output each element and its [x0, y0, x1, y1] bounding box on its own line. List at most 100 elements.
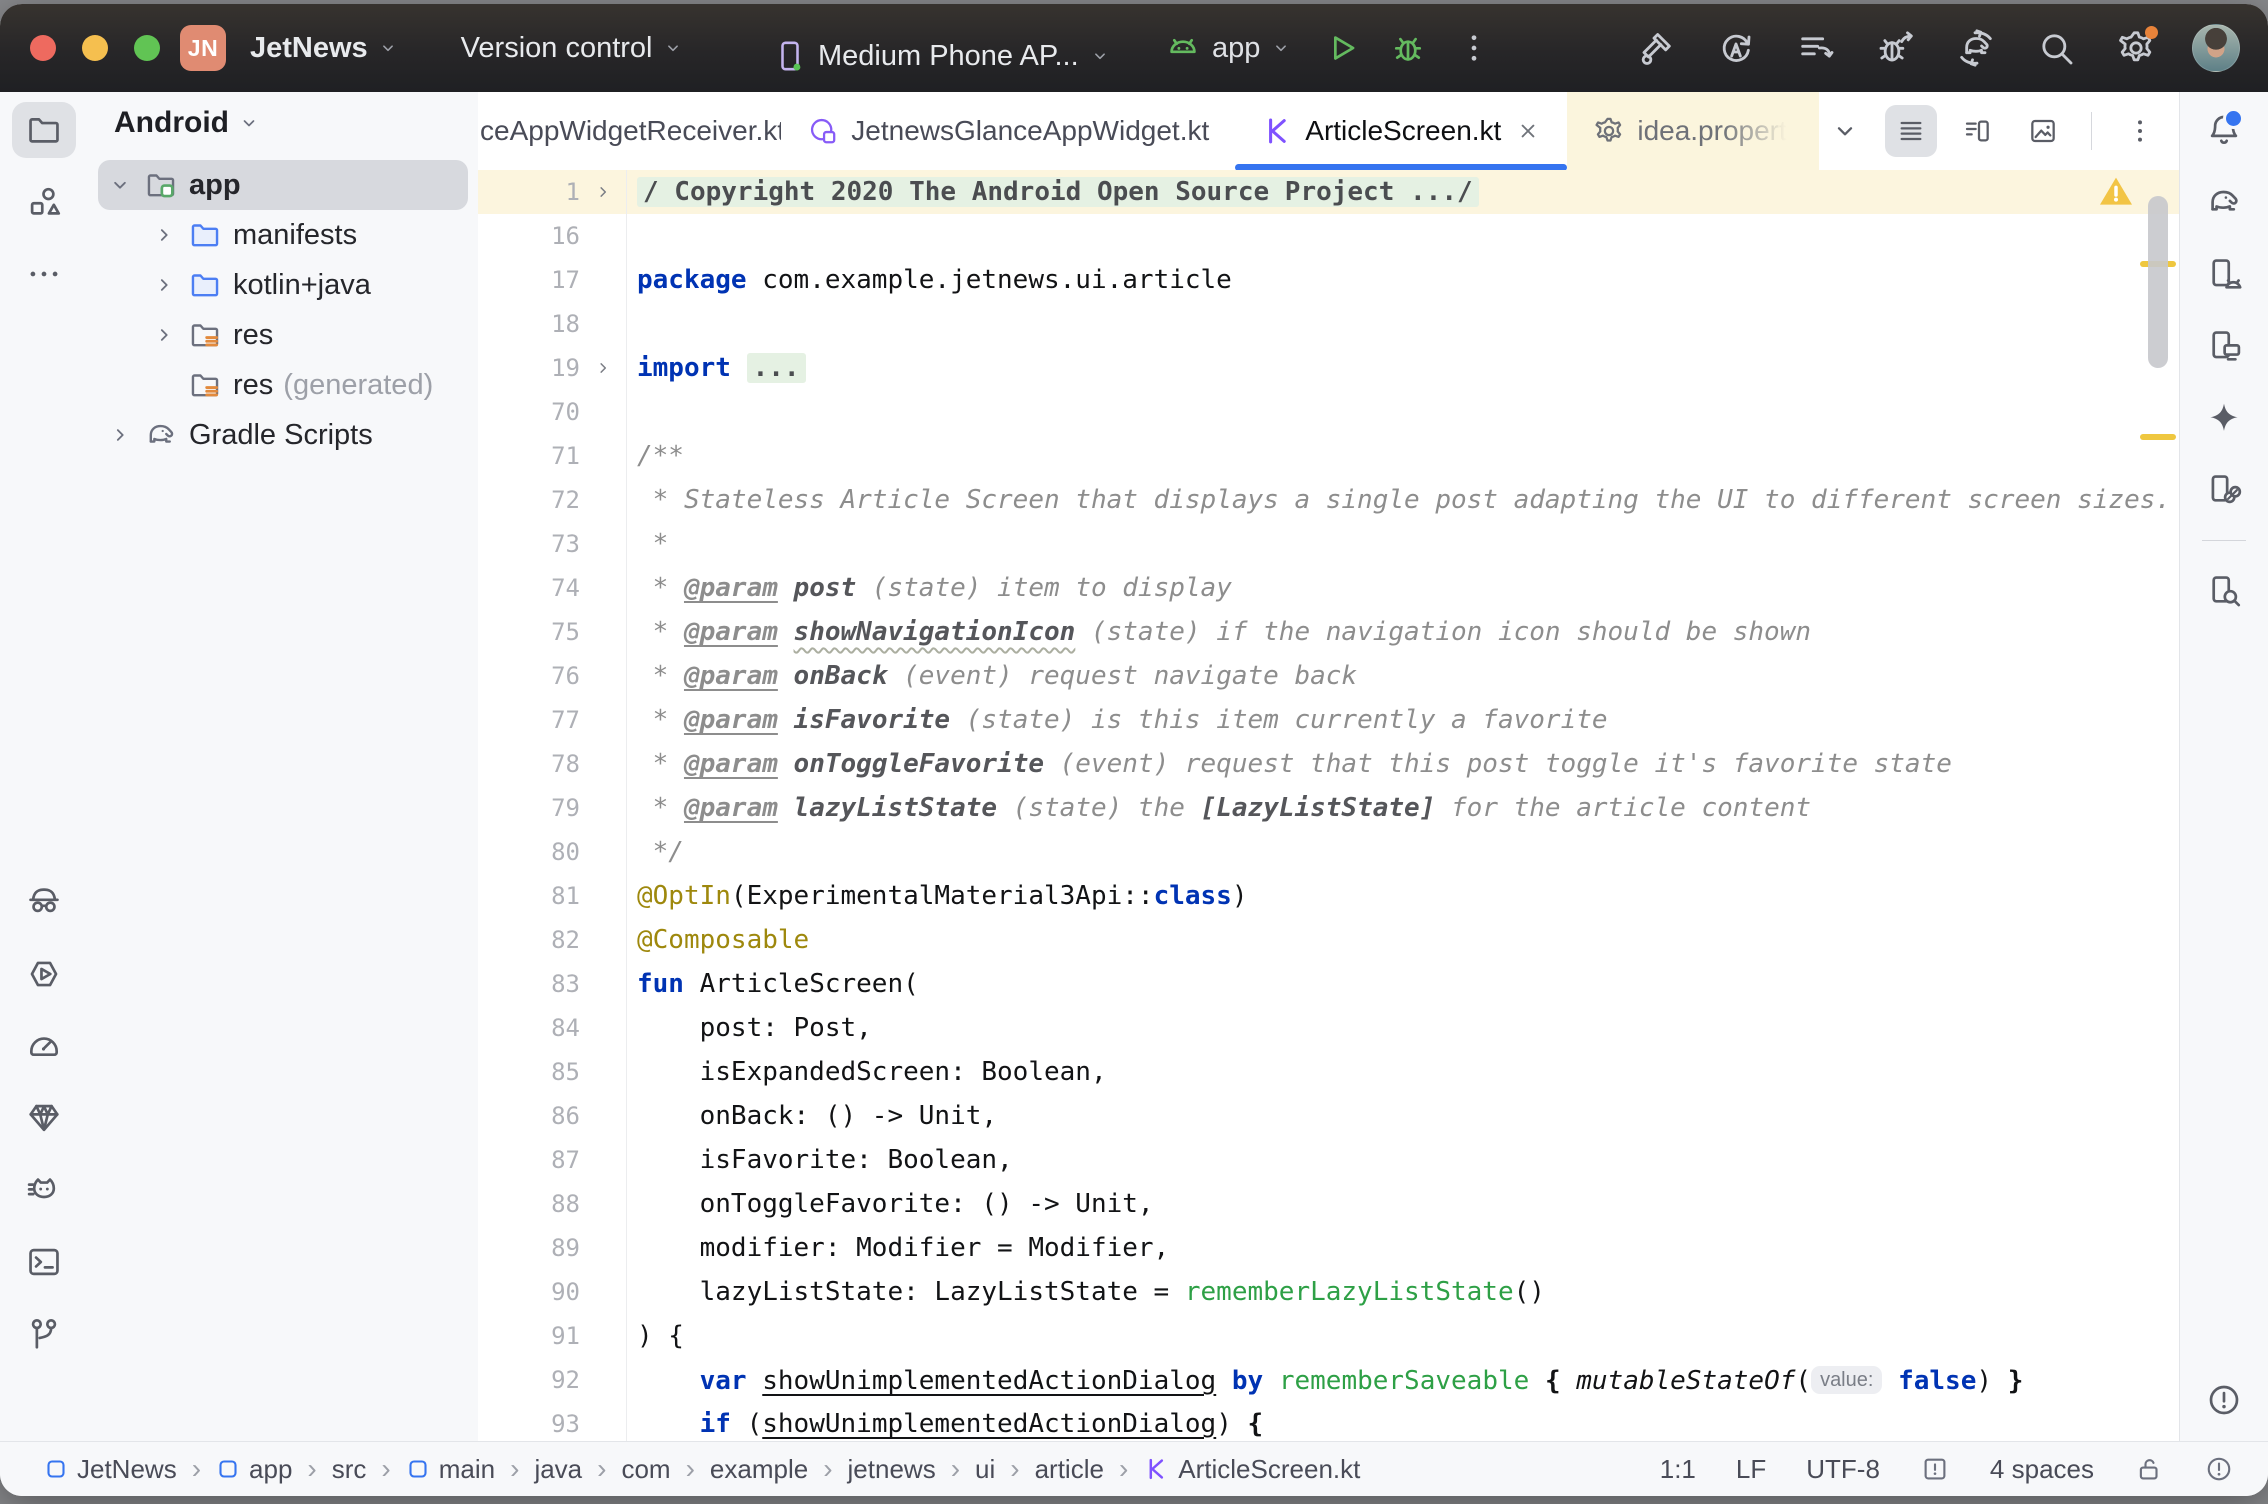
code-line-87[interactable]: 87 isFavorite: Boolean,: [478, 1138, 2180, 1182]
tool-device-mirroring[interactable]: [2192, 462, 2256, 518]
code-line-77[interactable]: 77 * @param isFavorite (state) is this i…: [478, 698, 2180, 742]
problems-status[interactable]: [2204, 1454, 2234, 1484]
close-button[interactable]: [30, 35, 56, 61]
fold-marker-icon[interactable]: [580, 346, 626, 390]
tool-services[interactable]: [12, 946, 76, 1002]
user-avatar[interactable]: [2192, 24, 2240, 72]
breadcrumb-articlescreen-kt[interactable]: ArticleScreen.kt: [1143, 1454, 1360, 1485]
code-line-1[interactable]: 1/ Copyright 2020 The Android Open Sourc…: [478, 170, 2180, 214]
breadcrumb-example[interactable]: example: [710, 1454, 808, 1485]
run-configuration[interactable]: app: [1210, 24, 1262, 73]
apply-changes-restart[interactable]: [1712, 24, 1760, 72]
code-line-74[interactable]: 74 * @param post (state) item to display: [478, 566, 2180, 610]
code-line-75[interactable]: 75 * @param showNavigationIcon (state) i…: [478, 610, 2180, 654]
code-line-85[interactable]: 85 isExpandedScreen: Boolean,: [478, 1050, 2180, 1094]
tab-list-dropdown[interactable]: [1819, 105, 1871, 157]
editor-scrollbar[interactable]: [2148, 196, 2168, 368]
code-line-78[interactable]: 78 * @param onToggleFavorite (event) req…: [478, 742, 2180, 786]
chevron-right-icon[interactable]: [98, 422, 142, 448]
indent-style[interactable]: 4 spaces: [1990, 1454, 2094, 1485]
inspections-status[interactable]: [1920, 1454, 1950, 1484]
run-button[interactable]: [1322, 24, 1362, 72]
chevron-right-icon[interactable]: [142, 322, 186, 348]
code-line-84[interactable]: 84 post: Post,: [478, 1006, 2180, 1050]
line-separator[interactable]: LF: [1736, 1454, 1766, 1485]
code-area[interactable]: 1/ Copyright 2020 The Android Open Sourc…: [478, 170, 2180, 1442]
tab-articlescreen[interactable]: ArticleScreen.kt: [1235, 92, 1567, 170]
project-menu[interactable]: JetNews: [240, 24, 409, 73]
preview-toggle[interactable]: [2017, 105, 2069, 157]
code-line-81[interactable]: 81@OptIn(ExperimentalMaterial3Api::class…: [478, 874, 2180, 918]
code-line-73[interactable]: 73 *: [478, 522, 2180, 566]
tool-logcat[interactable]: [12, 1162, 76, 1218]
inspection-warning-icon[interactable]: [2096, 172, 2136, 212]
tab-idea-properties[interactable]: idea.properti: [1567, 92, 1819, 170]
write-access[interactable]: [2134, 1454, 2164, 1484]
apply-code-changes[interactable]: [1792, 24, 1840, 72]
tool-device-explorer[interactable]: [2192, 563, 2256, 619]
chevron-right-icon[interactable]: [142, 272, 186, 298]
build-project[interactable]: [1632, 24, 1680, 72]
zoom-button[interactable]: [134, 35, 160, 61]
tool-project-tool-window[interactable]: [12, 102, 76, 158]
tool-more-tool-windows[interactable]: [12, 246, 76, 302]
breadcrumb-article[interactable]: article: [1035, 1454, 1104, 1485]
code-line-90[interactable]: 90 lazyListState: LazyListState = rememb…: [478, 1270, 2180, 1314]
editor-options[interactable]: [2114, 105, 2166, 157]
breadcrumb-jetnews[interactable]: jetnews: [848, 1454, 936, 1485]
tool-version-control[interactable]: [12, 1306, 76, 1362]
search-everywhere[interactable]: [2032, 24, 2080, 72]
code-line-83[interactable]: 83fun ArticleScreen(: [478, 962, 2180, 1006]
code-line-16[interactable]: 16: [478, 214, 2180, 258]
tool-running-devices[interactable]: [2192, 318, 2256, 374]
code-line-92[interactable]: 92 var showUnimplementedActionDialog by …: [478, 1358, 2180, 1402]
close-tab-icon[interactable]: [1515, 118, 1541, 144]
code-line-19[interactable]: 19import ...: [478, 346, 2180, 390]
tool-gemini-assistant[interactable]: [2192, 390, 2256, 446]
tool-app-quality-insights[interactable]: [12, 874, 76, 930]
tree-item-app[interactable]: app: [98, 160, 468, 210]
code-line-79[interactable]: 79 * @param lazyListState (state) the [L…: [478, 786, 2180, 830]
code-line-80[interactable]: 80 */: [478, 830, 2180, 874]
split-editor[interactable]: [1951, 105, 2003, 157]
breadcrumb-ui[interactable]: ui: [975, 1454, 995, 1485]
tab-jetnewsglanceappwidget[interactable]: JetnewsGlanceAppWidget.kt: [781, 92, 1235, 170]
attach-debugger[interactable]: [1872, 24, 1920, 72]
breadcrumb-main[interactable]: main: [406, 1454, 495, 1485]
warning-stripe-mark[interactable]: [2140, 434, 2176, 440]
tool-notifications[interactable]: [2192, 102, 2256, 158]
code-line-86[interactable]: 86 onBack: () -> Unit,: [478, 1094, 2180, 1138]
tree-item-manifests[interactable]: manifests: [98, 210, 468, 260]
fold-marker-icon[interactable]: [580, 170, 626, 214]
code-line-76[interactable]: 76 * @param onBack (event) request navig…: [478, 654, 2180, 698]
breadcrumb-jetnews[interactable]: JetNews: [44, 1454, 177, 1485]
code-line-71[interactable]: 71/**: [478, 434, 2180, 478]
cursor-position[interactable]: 1:1: [1660, 1454, 1696, 1485]
code-line-82[interactable]: 82@Composable: [478, 918, 2180, 962]
tool-device-manager[interactable]: [2192, 246, 2256, 302]
tool-terminal[interactable]: [12, 1234, 76, 1290]
code-line-17[interactable]: 17package com.example.jetnews.ui.article: [478, 258, 2180, 302]
code-line-72[interactable]: 72 * Stateless Article Screen that displ…: [478, 478, 2180, 522]
project-view-selector[interactable]: Android: [88, 92, 478, 154]
breadcrumb-app[interactable]: app: [216, 1454, 292, 1485]
tree-item-kotlin-java[interactable]: kotlin+java: [98, 260, 468, 310]
tool-problems-tool-window[interactable]: [2192, 1372, 2256, 1428]
more-run-options[interactable]: [1454, 24, 1494, 72]
sync-project-gradle[interactable]: [1952, 24, 2000, 72]
tree-item-res[interactable]: res(generated): [98, 360, 468, 410]
file-encoding[interactable]: UTF-8: [1806, 1454, 1880, 1485]
code-line-70[interactable]: 70: [478, 390, 2180, 434]
breadcrumb-com[interactable]: com: [621, 1454, 670, 1485]
code-line-93[interactable]: 93 if (showUnimplementedActionDialog) {: [478, 1402, 2180, 1442]
tool-gradle[interactable]: [2192, 174, 2256, 230]
code-line-18[interactable]: 18: [478, 302, 2180, 346]
settings[interactable]: [2112, 24, 2160, 72]
chevron-right-icon[interactable]: [142, 222, 186, 248]
tree-item-res[interactable]: res: [98, 310, 468, 360]
editor-view-mode[interactable]: [1885, 105, 1937, 157]
breadcrumb-java[interactable]: java: [534, 1454, 582, 1485]
debug-button[interactable]: [1388, 24, 1428, 72]
chevron-down-icon[interactable]: [98, 172, 142, 198]
code-line-89[interactable]: 89 modifier: Modifier = Modifier,: [478, 1226, 2180, 1270]
